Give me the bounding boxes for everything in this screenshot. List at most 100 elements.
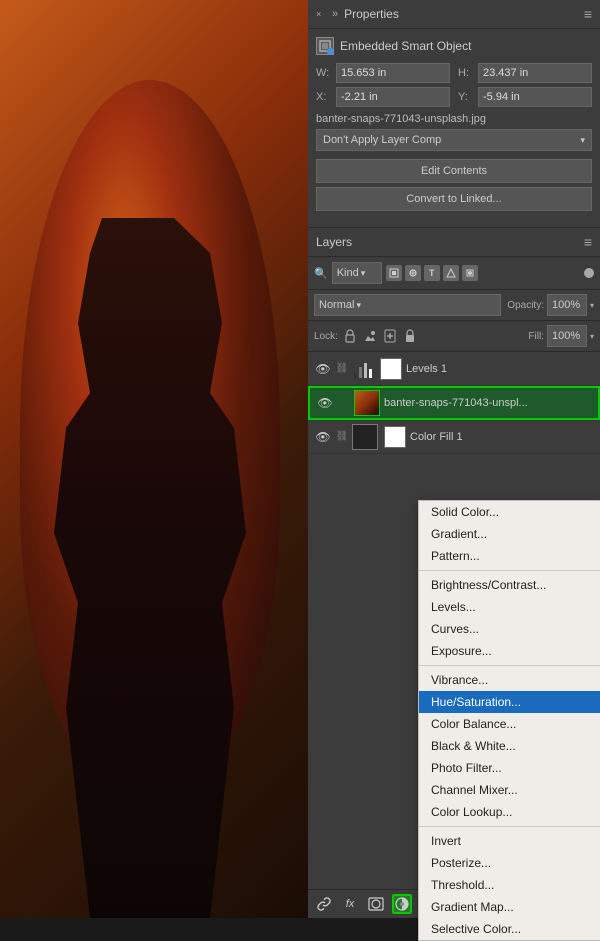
layer-comp-dropdown[interactable]: Don't Apply Layer Comp ▾: [316, 129, 592, 151]
shape-filter-icon[interactable]: [443, 265, 459, 281]
menu-item-gradient[interactable]: Gradient...: [419, 523, 600, 545]
menu-item-brightness-contrast[interactable]: Brightness/Contrast...: [419, 574, 600, 596]
menu-item-vibrance[interactable]: Vibrance...: [419, 669, 600, 691]
close-button[interactable]: ×: [316, 9, 326, 19]
y-field: Y: -5.94 in: [458, 87, 592, 107]
fill-mask-thumbnail: [384, 426, 406, 448]
menu-separator-1: [419, 570, 600, 571]
menu-item-curves[interactable]: Curves...: [419, 618, 600, 640]
y-value[interactable]: -5.94 in: [478, 87, 592, 107]
x-field: X: -2.21 in: [316, 87, 450, 107]
layer-visibility-levels[interactable]: 👁: [314, 360, 332, 378]
lock-position-icon[interactable]: [382, 328, 398, 344]
properties-title: Properties: [344, 7, 399, 21]
kind-filter-dropdown[interactable]: Kind ▾: [332, 262, 382, 284]
layer-name-fill: Color Fill 1: [410, 431, 594, 443]
photo-thumbnail: [354, 390, 380, 416]
layers-bottom-toolbar: fx Solid Color... Gradient... Pattern...: [308, 889, 600, 918]
panel-menu-icon[interactable]: ≡: [584, 6, 592, 22]
link-layers-button[interactable]: [314, 894, 334, 914]
lock-transparent-icon[interactable]: [342, 328, 358, 344]
layers-kind-toolbar: 🔍 Kind ▾ T: [308, 257, 600, 290]
menu-item-gradient-map[interactable]: Gradient Map...: [419, 896, 600, 918]
width-value[interactable]: 15.653 in: [336, 63, 450, 83]
menu-item-black-white[interactable]: Black & White...: [419, 735, 600, 757]
smart-object-row: Embedded Smart Object: [316, 37, 592, 55]
adjust-filter-icon[interactable]: [405, 265, 421, 281]
menu-separator-2: [419, 665, 600, 666]
adjustment-dropdown-menu: Solid Color... Gradient... Pattern... Br…: [418, 500, 600, 941]
properties-panel: × » Properties ≡ Embedded Smart Object W…: [308, 0, 600, 228]
menu-item-selective-color[interactable]: Selective Color...: [419, 918, 600, 940]
fill-chevron-icon: ▾: [590, 332, 594, 341]
lock-artboard-icon[interactable]: [402, 328, 418, 344]
blend-mode-dropdown[interactable]: Normal ▾: [314, 294, 501, 316]
opacity-input[interactable]: 100%: [547, 294, 587, 316]
filter-icons: T: [386, 265, 478, 281]
menu-item-posterize[interactable]: Posterize...: [419, 852, 600, 874]
width-label: W:: [316, 67, 332, 79]
right-panel: × » Properties ≡ Embedded Smart Object W…: [308, 0, 600, 918]
expand-icon[interactable]: »: [332, 8, 338, 20]
new-adjustment-layer-button[interactable]: [392, 894, 412, 914]
menu-item-exposure[interactable]: Exposure...: [419, 640, 600, 662]
menu-item-channel-mixer[interactable]: Channel Mixer...: [419, 779, 600, 801]
layer-name-photo: banter-snaps-771043-unspl...: [384, 397, 592, 409]
filename-row: banter-snaps-771043-unsplash.jpg: [316, 113, 592, 125]
levels-adjustment-icon: [352, 358, 374, 380]
menu-item-solid-color[interactable]: Solid Color...: [419, 501, 600, 523]
menu-item-levels[interactable]: Levels...: [419, 596, 600, 618]
layer-row-levels[interactable]: 👁 ⛓ Levels 1: [308, 352, 600, 386]
background-photo: [0, 0, 308, 918]
menu-item-pattern[interactable]: Pattern...: [419, 545, 600, 567]
properties-content: Embedded Smart Object W: 15.653 in H: 23…: [308, 29, 600, 227]
layer-link-fill: ⛓: [336, 431, 348, 442]
layer-comp-label: Don't Apply Layer Comp: [323, 134, 441, 146]
eye-icon: 👁: [315, 430, 330, 444]
edit-contents-button[interactable]: Edit Contents: [316, 159, 592, 183]
fill-thumbnail: [352, 424, 378, 450]
smart-filter-icon[interactable]: [462, 265, 478, 281]
layer-row-fill[interactable]: 👁 ⛓ Color Fill 1: [308, 420, 600, 454]
pixel-filter-icon[interactable]: [386, 265, 402, 281]
type-filter-icon[interactable]: T: [424, 265, 440, 281]
menu-item-color-balance[interactable]: Color Balance...: [419, 713, 600, 735]
figure-silhouette: [30, 218, 270, 918]
add-mask-button[interactable]: [366, 894, 386, 914]
layers-panel: Layers ≡ 🔍 Kind ▾ T: [308, 228, 600, 918]
layer-name-levels: Levels 1: [406, 363, 594, 375]
menu-item-photo-filter[interactable]: Photo Filter...: [419, 757, 600, 779]
height-label: H:: [458, 67, 474, 79]
opacity-row: Opacity: 100% ▾: [507, 294, 594, 316]
layer-visibility-fill[interactable]: 👁: [314, 428, 332, 446]
layer-row-photo[interactable]: 👁 banter-snaps-771043-unspl...: [308, 386, 600, 420]
layers-title: Layers: [316, 235, 352, 249]
eye-icon: 👁: [315, 362, 330, 376]
menu-item-invert[interactable]: Invert: [419, 830, 600, 852]
layer-visibility-photo[interactable]: 👁: [316, 394, 334, 412]
lock-label: Lock:: [314, 331, 338, 342]
x-value[interactable]: -2.21 in: [336, 87, 450, 107]
lock-image-icon[interactable]: [362, 328, 378, 344]
smart-object-label: Embedded Smart Object: [340, 39, 471, 53]
header-left: × » Properties: [316, 7, 399, 21]
xy-row: X: -2.21 in Y: -5.94 in: [316, 87, 592, 107]
filter-toggle-dot[interactable]: [584, 268, 594, 278]
menu-item-threshold[interactable]: Threshold...: [419, 874, 600, 896]
chevron-down-icon: ▾: [580, 135, 585, 146]
y-label: Y:: [458, 91, 474, 103]
convert-linked-button[interactable]: Convert to Linked...: [316, 187, 592, 211]
smart-object-icon: [316, 37, 334, 55]
chain-icon: ⛓: [336, 431, 349, 442]
fill-input[interactable]: 100%: [547, 325, 587, 347]
height-value[interactable]: 23.437 in: [478, 63, 592, 83]
layer-effects-button[interactable]: fx: [340, 894, 360, 914]
kind-label: Kind: [337, 267, 359, 279]
search-icon: 🔍: [314, 267, 328, 280]
layers-menu-icon[interactable]: ≡: [584, 234, 592, 250]
menu-item-color-lookup[interactable]: Color Lookup...: [419, 801, 600, 823]
layers-header: Layers ≡: [308, 228, 600, 257]
lock-toolbar: Lock: Fill: 100% ▾: [308, 321, 600, 352]
width-field: W: 15.653 in: [316, 63, 450, 83]
menu-item-hue-saturation[interactable]: Hue/Saturation...: [419, 691, 600, 713]
